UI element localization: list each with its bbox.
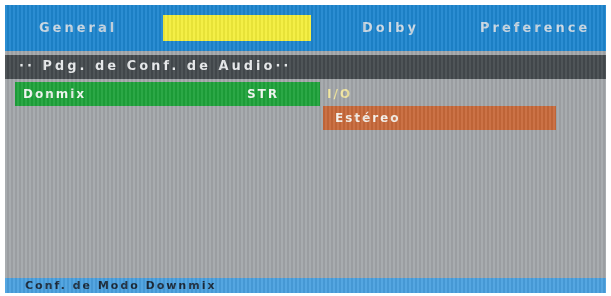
downmix-value: STR [247, 87, 280, 101]
tab-general[interactable]: General [39, 17, 117, 41]
downmix-label: Donmix [23, 87, 87, 101]
tab-preference[interactable]: Preference [480, 17, 590, 41]
page-title-bar: ·· Pdg. de Conf. de Audio·· [5, 55, 606, 79]
tab-bar: General Dolby Preference [5, 5, 606, 51]
page-title: ·· Pdg. de Conf. de Audio·· [19, 59, 292, 74]
tab-dolby[interactable]: Dolby [362, 17, 419, 41]
downmix-menu-item[interactable]: Donmix STR [15, 82, 320, 106]
help-bar: Conf. de Modo Downmix [5, 278, 606, 293]
help-text: Conf. de Modo Downmix [25, 279, 217, 292]
tab-audio-active[interactable] [163, 15, 311, 41]
stereo-option-label: Estéreo [335, 111, 401, 125]
stereo-option[interactable]: Estéreo [323, 106, 556, 130]
io-label: I/O [327, 87, 353, 101]
osd-screen: General Dolby Preference ·· Pdg. de Conf… [5, 5, 606, 293]
